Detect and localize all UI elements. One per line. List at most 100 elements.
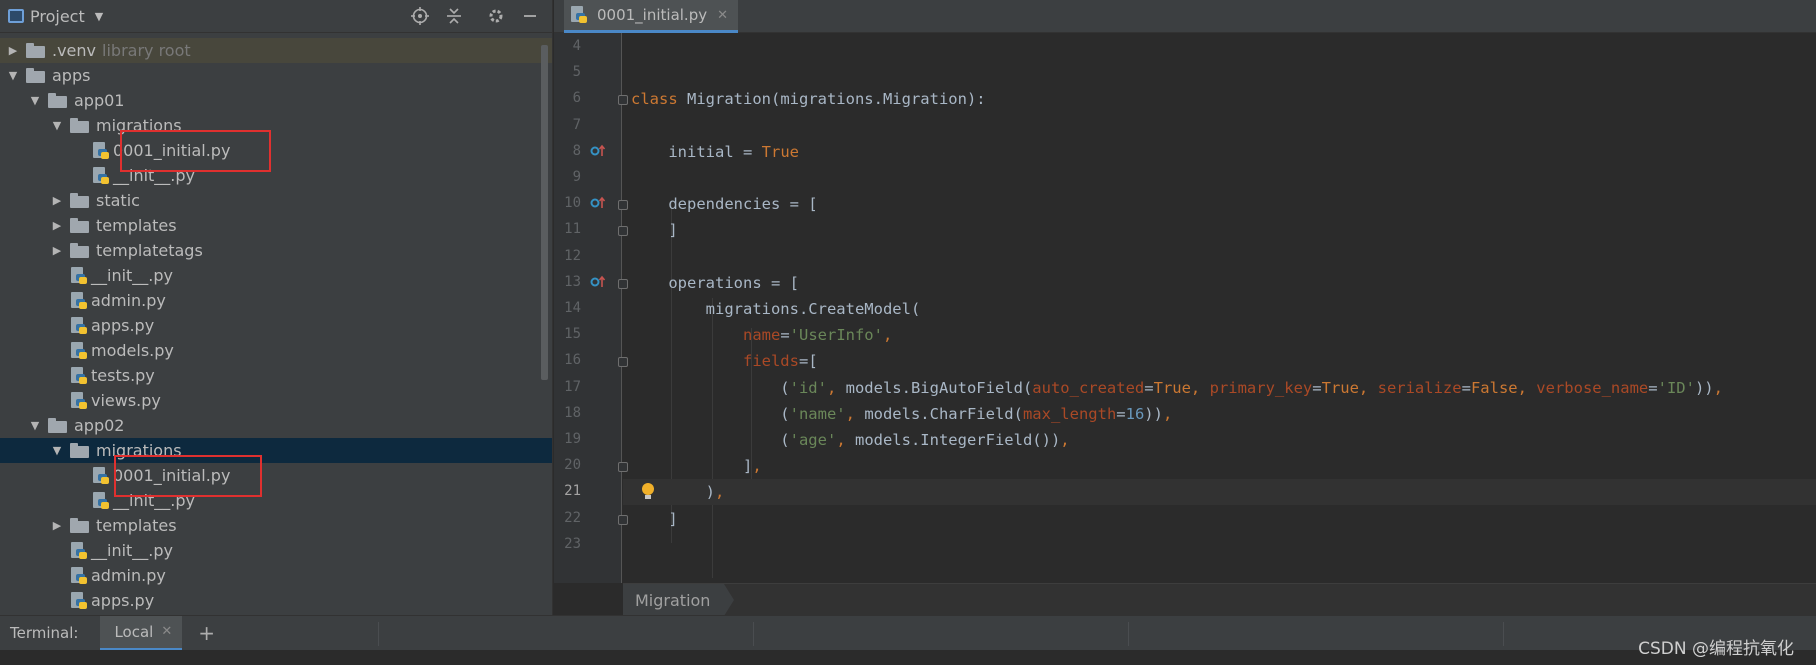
chevron-right-icon[interactable]: ▶ [50, 219, 64, 233]
python-file-icon [70, 391, 87, 410]
watermark: CSDN @编程抗氧化 [1638, 639, 1794, 659]
current-line-highlight [623, 479, 1816, 506]
tree-file[interactable]: __init__.py [0, 488, 552, 513]
gear-icon[interactable] [486, 6, 506, 26]
tree-item-label: models.py [91, 341, 174, 360]
tree-item-label: 0001_initial.py [113, 141, 231, 160]
code-token: )) [1694, 378, 1714, 397]
code-editor[interactable]: class Migration(migrations.Migration): i… [623, 33, 1816, 583]
tree-folder[interactable]: ▼ app01 [0, 88, 552, 113]
terminal-body[interactable] [0, 650, 1816, 665]
code-token: 'name' [789, 404, 846, 423]
add-terminal-icon[interactable]: + [198, 621, 215, 645]
tree-folder[interactable]: ▶ templates [0, 513, 552, 538]
code-token: True, [1153, 378, 1210, 397]
override-marker-icon[interactable] [590, 196, 606, 213]
tree-folder[interactable]: ▼ migrations [0, 113, 552, 138]
terminal-label: Terminal: [10, 624, 79, 642]
code-token: 'id' [789, 378, 827, 397]
tree-file[interactable]: __init__.py [0, 163, 552, 188]
code-token: models.CharField( [864, 404, 1023, 423]
line-number: 22 [564, 509, 581, 526]
tree-folder[interactable]: ▼ migrations [0, 438, 552, 463]
chevron-right-icon[interactable]: ▶ [50, 244, 64, 258]
terminal-tab-local[interactable]: Local ✕ [100, 615, 183, 651]
collapse-all-icon[interactable] [444, 6, 464, 26]
code-token: models.BigAutoField( [845, 378, 1033, 397]
tree-item-label: apps.py [91, 591, 155, 610]
chevron-down-icon[interactable]: ▼ [6, 69, 20, 83]
project-header: Project ▼ [0, 0, 552, 33]
tree-file[interactable]: admin.py [0, 288, 552, 313]
tree-folder[interactable]: ▶ templates [0, 213, 552, 238]
line-number: 8 [572, 142, 581, 159]
code-line: ] [631, 506, 677, 532]
chevron-down-icon[interactable]: ▼ [28, 94, 42, 108]
tree-file[interactable]: admin.py [0, 563, 552, 588]
tree-item-label: __init__.py [113, 491, 196, 510]
project-panel: Project ▼ ▶ .venv library root ▼ apps ▼ app01 ▼… [0, 0, 553, 615]
editor-tab-active[interactable]: 0001_initial.py ✕ [564, 0, 738, 33]
line-number: 13 [564, 273, 581, 290]
divider [1128, 622, 1129, 646]
tree-folder[interactable]: ▶ templatetags [0, 238, 552, 263]
code-token: ] [631, 221, 678, 240]
tree-file[interactable]: __init__.py [0, 538, 552, 563]
python-file-icon [70, 591, 87, 610]
tree-folder[interactable]: ▼ apps [0, 63, 552, 88]
python-file-icon [70, 366, 87, 385]
tree-item-label: 0001_initial.py [113, 466, 231, 485]
locate-icon[interactable] [410, 6, 430, 26]
code-token: ( [631, 431, 790, 449]
code-token: auto_created [1032, 378, 1145, 397]
code-line: ('age', models.IntegerField()), [631, 427, 1069, 453]
tree-file[interactable]: tests.py [0, 363, 552, 388]
override-marker-icon[interactable] [590, 275, 606, 292]
tree-item-label: templates [96, 516, 177, 535]
tree-file[interactable]: apps.py [0, 588, 552, 613]
code-line: name='UserInfo', [631, 322, 892, 348]
code-token: name [742, 326, 781, 345]
tree-file[interactable]: apps.py [0, 313, 552, 338]
editor-tab-label: 0001_initial.py [597, 6, 708, 24]
chevron-right-icon[interactable]: ▶ [50, 519, 64, 533]
tree-item-label: templatetags [96, 241, 203, 260]
tree-file[interactable]: __init__.py [0, 263, 552, 288]
code-token: ] [631, 457, 753, 476]
folder-icon [70, 193, 90, 208]
breadcrumb-item-migration[interactable]: Migration [623, 584, 735, 616]
project-icon [8, 9, 24, 23]
folder-icon [70, 443, 90, 458]
project-view-selector[interactable]: Project ▼ [8, 7, 103, 26]
tree-file[interactable]: 0001_initial.py [0, 138, 552, 163]
close-icon[interactable]: ✕ [161, 624, 172, 639]
override-marker-icon[interactable] [590, 144, 606, 161]
tree-folder[interactable]: ▶ static [0, 188, 552, 213]
chevron-right-icon[interactable]: ▶ [50, 194, 64, 208]
code-token: verbose_name [1536, 378, 1649, 397]
tree-folder[interactable]: ▼ app02 [0, 413, 552, 438]
close-icon[interactable]: ✕ [717, 8, 728, 23]
tree-file[interactable]: models.py [0, 338, 552, 363]
python-file-icon [70, 341, 87, 360]
tree-file[interactable]: views.py [0, 388, 552, 413]
python-file-icon [570, 6, 587, 24]
tree-item-label: admin.py [91, 566, 166, 585]
chevron-down-icon[interactable]: ▼ [28, 419, 42, 433]
code-line: ] [631, 217, 678, 243]
chevron-down-icon[interactable]: ▼ [50, 444, 64, 458]
tree-scrollbar[interactable] [541, 45, 548, 380]
lightbulb-icon[interactable] [641, 483, 655, 501]
chevron-down-icon[interactable]: ▼ [50, 119, 64, 133]
minimize-icon[interactable] [520, 6, 540, 26]
tree-item-label: apps.py [91, 316, 155, 335]
code-line: ('id', models.BigAutoField(auto_created=… [631, 375, 1723, 401]
tree-item-label: tests.py [91, 366, 155, 385]
tree-file[interactable]: 0001_initial.py [0, 463, 552, 488]
chevron-right-icon[interactable]: ▶ [6, 44, 20, 58]
chevron-down-icon: ▼ [94, 9, 104, 23]
line-number: 7 [572, 116, 581, 133]
tree-folder[interactable]: ▶ .venv library root [0, 38, 552, 63]
code-token: 'UserInfo' [789, 326, 883, 345]
